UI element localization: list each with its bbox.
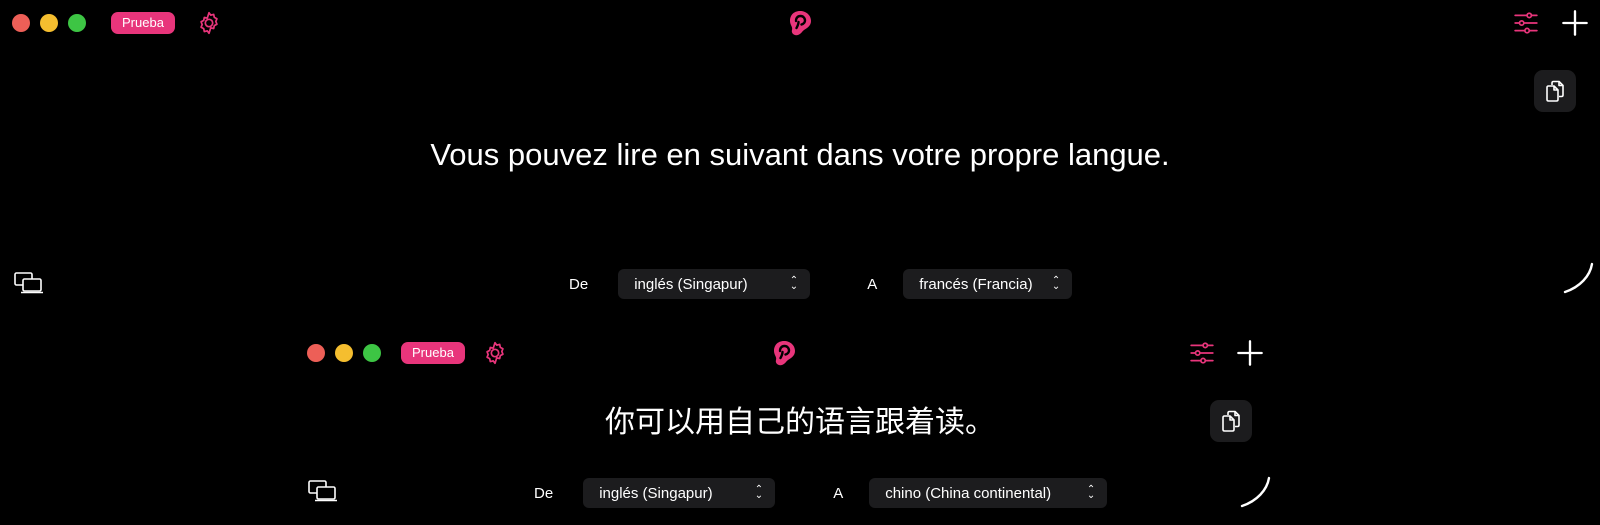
trial-badge[interactable]: Prueba	[111, 12, 175, 34]
from-label: De	[534, 484, 554, 502]
sliders-icon[interactable]	[1513, 10, 1539, 36]
app-logo-icon	[790, 11, 811, 36]
close-window-button[interactable]	[307, 344, 325, 362]
to-language-value: chino (China continental)	[885, 484, 1052, 502]
to-language-select[interactable]: chino (China continental) ⌃ ⌄	[869, 478, 1108, 508]
screens-icon[interactable]	[308, 480, 338, 502]
translator-window-chinese: Prueba 你可以用自己的语言跟着读。 De inglés (Singapur…	[300, 330, 1300, 525]
updown-chevron-icon: ⌃ ⌄	[1051, 275, 1061, 292]
plus-icon[interactable]	[1561, 9, 1589, 37]
gear-icon[interactable]	[482, 340, 508, 366]
trial-badge[interactable]: Prueba	[401, 342, 465, 364]
from-language-value: inglés (Singapur)	[599, 484, 713, 502]
from-language-value: inglés (Singapur)	[634, 275, 748, 293]
zoom-window-button[interactable]	[363, 344, 381, 362]
translated-text: Vous pouvez lire en suivant dans votre p…	[430, 137, 1170, 172]
zoom-window-button[interactable]	[68, 14, 86, 32]
copy-button[interactable]	[1534, 70, 1576, 112]
desktop-canvas: Prueba Vous pouvez lire en suivant dans …	[0, 0, 1600, 525]
gear-icon[interactable]	[196, 10, 222, 36]
window-controls	[307, 344, 381, 362]
to-language-value: francés (Francia)	[919, 275, 1033, 293]
from-language-select[interactable]: inglés (Singapur) ⌃ ⌄	[618, 269, 811, 299]
copy-icon	[1546, 80, 1564, 102]
minimize-window-button[interactable]	[335, 344, 353, 362]
spinner-icon	[1240, 476, 1271, 508]
screens-icon[interactable]	[14, 272, 44, 294]
language-selector-row: De inglés (Singapur) ⌃ ⌄ A francés (Franc…	[569, 269, 1073, 299]
translated-text: 你可以用自己的语言跟着读。	[605, 406, 995, 439]
to-label: A	[833, 484, 844, 502]
spinner-icon	[1563, 262, 1594, 294]
updown-chevron-icon: ⌃ ⌄	[1086, 484, 1096, 501]
window-controls	[12, 14, 86, 32]
plus-icon[interactable]	[1236, 339, 1264, 367]
close-window-button[interactable]	[12, 14, 30, 32]
app-logo-icon	[774, 341, 795, 366]
from-label: De	[569, 275, 589, 293]
updown-chevron-icon: ⌃ ⌄	[789, 275, 799, 292]
language-selector-row: De inglés (Singapur) ⌃ ⌄ A chino (China c…	[534, 478, 1108, 508]
to-label: A	[867, 275, 878, 293]
updown-chevron-icon: ⌃ ⌄	[754, 484, 764, 501]
from-language-select[interactable]: inglés (Singapur) ⌃ ⌄	[583, 478, 776, 508]
to-language-select[interactable]: francés (Francia) ⌃ ⌄	[903, 269, 1073, 299]
minimize-window-button[interactable]	[40, 14, 58, 32]
sliders-icon[interactable]	[1189, 340, 1215, 366]
translator-window-french: Prueba Vous pouvez lire en suivant dans …	[0, 0, 1600, 315]
